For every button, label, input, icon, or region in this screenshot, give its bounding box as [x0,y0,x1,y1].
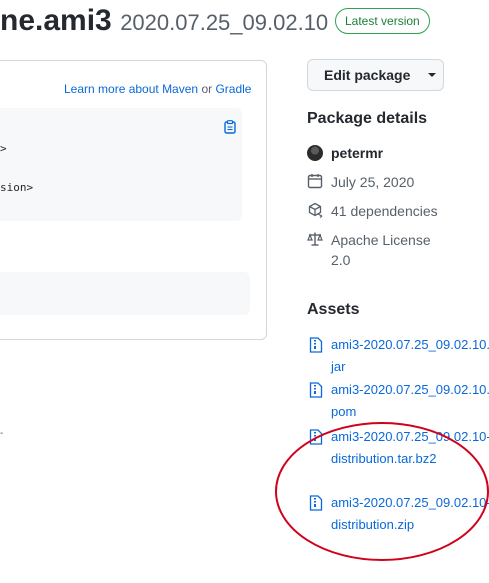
calendar-icon [307,174,323,189]
dependencies-link[interactable]: 41 dependencies [331,201,438,221]
asset-link[interactable]: ami3-2020.07.25_09.02.10-distribution.ta… [331,426,489,470]
owner-row: petermr [307,143,383,163]
learn-more-line: Learn more about Maven or Gradle [64,82,251,96]
publish-date: July 25, 2020 [331,174,415,190]
code-line-1: > [0,142,7,155]
package-dependencies-icon [308,202,323,218]
clipboard-icon[interactable] [224,120,236,134]
edit-package-label: Edit package [324,67,411,83]
package-version: 2020.07.25_09.02.10 [120,10,329,35]
owner-link[interactable]: petermr [331,143,383,163]
install-command-bar [0,272,250,315]
gradle-link[interactable]: Gradle [215,82,251,96]
file-zip-icon [309,337,323,353]
learn-more-maven-link[interactable]: Learn more about Maven [64,82,198,96]
file-zip-icon [309,429,323,445]
file-zip-icon [309,495,323,511]
asset-item[interactable]: ami3-2020.07.25_09.02.10-distribution.zi… [309,492,489,536]
asset-link[interactable]: ami3-2020.07.25_09.02.10.pom [331,379,489,423]
code-snippet [0,108,242,221]
asset-link[interactable]: ami3-2020.07.25_09.02.10-distribution.zi… [331,492,489,536]
date-row: July 25, 2020 [307,172,414,192]
package-name: ne.ami3 [0,4,112,37]
page-title: ne.ami3 2020.07.25_09.02.10 [0,4,328,38]
file-zip-icon [309,382,323,398]
asset-item[interactable]: ami3-2020.07.25_09.02.10.pom [309,379,489,423]
learn-more-or: or [201,82,213,96]
asset-item[interactable]: ami3-2020.07.25_09.02.10-distribution.ta… [309,426,489,470]
asset-item[interactable]: ami3-2020.07.25_09.02.10.jar [309,334,489,378]
law-icon [307,232,323,246]
license-row: Apache License 2.0 [307,230,441,270]
edit-package-button[interactable]: Edit package [307,59,444,91]
package-details-heading: Package details [307,110,428,127]
latest-version-badge: Latest version [335,8,430,34]
license-text: Apache License 2.0 [331,232,431,268]
chevron-down-icon [428,73,437,77]
stray-glyph: - [0,428,4,439]
code-line-2: sion> [0,181,34,194]
assets-heading: Assets [307,301,360,318]
asset-link[interactable]: ami3-2020.07.25_09.02.10.jar [331,334,489,378]
dependencies-row: 41 dependencies [307,201,438,221]
avatar [307,145,323,161]
